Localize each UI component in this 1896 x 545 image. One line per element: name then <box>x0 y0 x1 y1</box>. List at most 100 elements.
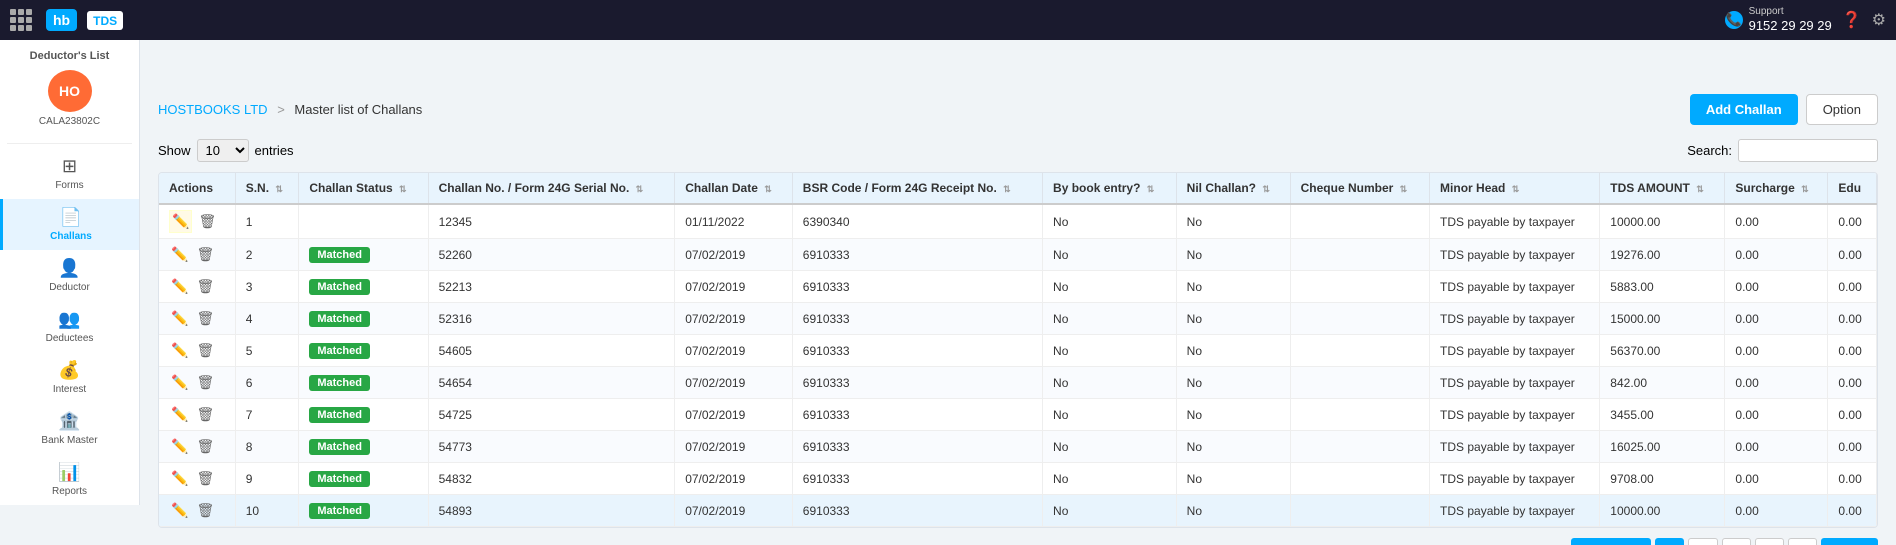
cell-minor-head: TDS payable by taxpayer <box>1430 204 1600 239</box>
breadcrumb: HOSTBOOKS LTD > Master list of Challans <box>158 102 422 117</box>
cell-nil-challan: No <box>1176 399 1290 431</box>
settings-icon[interactable]: ⚙ <box>1872 10 1886 30</box>
col-challan-no[interactable]: Challan No. / Form 24G Serial No. ⇅ <box>428 173 675 204</box>
show-entries: Show 10 25 50 100 entries <box>158 139 294 162</box>
cell-cheque <box>1290 495 1429 527</box>
pagination-bar: Showing 1 to 10 of 45 entries Previous 1… <box>158 538 1878 545</box>
cell-challan-no: 54605 <box>428 335 675 367</box>
cell-challan-no: 54654 <box>428 367 675 399</box>
interest-icon: 💰 <box>58 360 80 381</box>
sidebar-label-reports: Reports <box>52 486 87 497</box>
delete-button[interactable]: 🗑 <box>194 276 216 297</box>
page-btn-2[interactable]: 2 <box>1688 538 1717 545</box>
col-cheque[interactable]: Cheque Number ⇅ <box>1290 173 1429 204</box>
cell-edu: 0.00 <box>1828 367 1877 399</box>
add-challan-button[interactable]: Add Challan <box>1690 94 1798 125</box>
cell-challan-date: 07/02/2019 <box>675 495 793 527</box>
challans-table-wrapper: Actions S.N. ⇅ Challan Status ⇅ Challan … <box>158 172 1878 528</box>
search-input[interactable] <box>1738 139 1878 162</box>
cell-actions: ✏️ 🗑 <box>159 399 235 431</box>
edit-button[interactable]: ✏️ <box>169 468 190 489</box>
cell-challan-no: 54832 <box>428 463 675 495</box>
cell-challan-date: 07/02/2019 <box>675 399 793 431</box>
cell-cheque <box>1290 239 1429 271</box>
page-btn-5[interactable]: 5 <box>1788 538 1817 545</box>
sidebar-label-deductor: Deductor <box>49 282 90 293</box>
user-code: CALA23802C <box>39 116 100 127</box>
cell-tds-amount: 16025.00 <box>1600 431 1725 463</box>
sidebar-item-reports[interactable]: 📊 Reports <box>0 454 139 505</box>
delete-button[interactable]: 🗑 <box>194 404 216 425</box>
page-btn-3[interactable]: 3 <box>1722 538 1751 545</box>
edit-button[interactable]: ✏️ <box>169 372 190 393</box>
cell-sn: 10 <box>235 495 299 527</box>
next-button[interactable]: Next <box>1821 538 1878 545</box>
sidebar-item-challans[interactable]: 📄 Challans <box>0 199 139 250</box>
sidebar-item-interest[interactable]: 💰 Interest <box>0 352 139 403</box>
cell-bsr-code: 6390340 <box>792 204 1042 239</box>
deductor-icon: 👤 <box>58 258 80 279</box>
edit-button[interactable]: ✏️ <box>169 500 190 521</box>
delete-button[interactable]: 🗑 <box>196 211 218 232</box>
cell-status: Matched <box>299 431 428 463</box>
edit-button[interactable]: ✏️ <box>169 308 190 329</box>
sidebar-item-bank-master[interactable]: 🏦 Bank Master <box>0 403 139 454</box>
cell-minor-head: TDS payable by taxpayer <box>1430 463 1600 495</box>
cell-bsr-code: 6910333 <box>792 271 1042 303</box>
col-sn[interactable]: S.N. ⇅ <box>235 173 299 204</box>
cell-tds-amount: 10000.00 <box>1600 495 1725 527</box>
delete-button[interactable]: 🗑 <box>194 468 216 489</box>
edit-button[interactable]: ✏️ <box>169 276 190 297</box>
option-button[interactable]: Option <box>1806 94 1878 125</box>
page-btn-4[interactable]: 4 <box>1755 538 1784 545</box>
cell-status: Matched <box>299 495 428 527</box>
sidebar-item-forms[interactable]: ⊞ Forms <box>0 148 139 199</box>
sidebar-item-deductees[interactable]: 👥 Deductees <box>0 301 139 352</box>
cell-cheque <box>1290 335 1429 367</box>
cell-cheque <box>1290 399 1429 431</box>
cell-actions: ✏️ 🗑 <box>159 335 235 367</box>
cell-actions: ✏️ 🗑 <box>159 271 235 303</box>
col-edu[interactable]: Edu <box>1828 173 1877 204</box>
cell-surcharge: 0.00 <box>1725 239 1828 271</box>
cell-sn: 9 <box>235 463 299 495</box>
cell-status: Matched <box>299 303 428 335</box>
edit-button[interactable]: ✏️ <box>169 340 190 361</box>
col-nil-challan[interactable]: Nil Challan? ⇅ <box>1176 173 1290 204</box>
cell-minor-head: TDS payable by taxpayer <box>1430 303 1600 335</box>
col-by-book[interactable]: By book entry? ⇅ <box>1043 173 1177 204</box>
cell-bsr-code: 6910333 <box>792 495 1042 527</box>
previous-button[interactable]: Previous <box>1571 538 1652 545</box>
delete-button[interactable]: 🗑 <box>194 308 216 329</box>
edit-button[interactable]: ✏️ <box>169 436 190 457</box>
sidebar-item-deductor[interactable]: 👤 Deductor <box>0 250 139 301</box>
cell-edu: 0.00 <box>1828 204 1877 239</box>
delete-button[interactable]: 🗑 <box>194 340 216 361</box>
edit-button[interactable]: ✏️ <box>169 210 192 233</box>
col-minor-head[interactable]: Minor Head ⇅ <box>1430 173 1600 204</box>
delete-button[interactable]: 🗑 <box>194 500 216 521</box>
grid-menu-icon[interactable] <box>10 9 32 31</box>
cell-by-book: No <box>1043 271 1177 303</box>
cell-nil-challan: No <box>1176 303 1290 335</box>
cell-challan-no: 52316 <box>428 303 675 335</box>
delete-button[interactable]: 🗑 <box>194 372 216 393</box>
delete-button[interactable]: 🗑 <box>194 436 216 457</box>
delete-button[interactable]: 🗑 <box>194 244 216 265</box>
col-challan-status[interactable]: Challan Status ⇅ <box>299 173 428 204</box>
help-icon[interactable]: ❓ <box>1842 10 1862 30</box>
breadcrumb-parent[interactable]: HOSTBOOKS LTD <box>158 102 268 117</box>
cell-bsr-code: 6910333 <box>792 239 1042 271</box>
page-btn-1[interactable]: 1 <box>1655 538 1684 545</box>
col-bsr-code[interactable]: BSR Code / Form 24G Receipt No. ⇅ <box>792 173 1042 204</box>
col-challan-date[interactable]: Challan Date ⇅ <box>675 173 793 204</box>
cell-surcharge: 0.00 <box>1725 303 1828 335</box>
cell-actions: ✏️ 🗑 <box>159 239 235 271</box>
col-tds-amount[interactable]: TDS AMOUNT ⇅ <box>1600 173 1725 204</box>
cell-by-book: No <box>1043 335 1177 367</box>
edit-button[interactable]: ✏️ <box>169 404 190 425</box>
col-surcharge[interactable]: Surcharge ⇅ <box>1725 173 1828 204</box>
table-row: ✏️ 🗑 5 Matched 54605 07/02/2019 6910333 … <box>159 335 1877 367</box>
edit-button[interactable]: ✏️ <box>169 244 190 265</box>
entries-select[interactable]: 10 25 50 100 <box>197 139 249 162</box>
